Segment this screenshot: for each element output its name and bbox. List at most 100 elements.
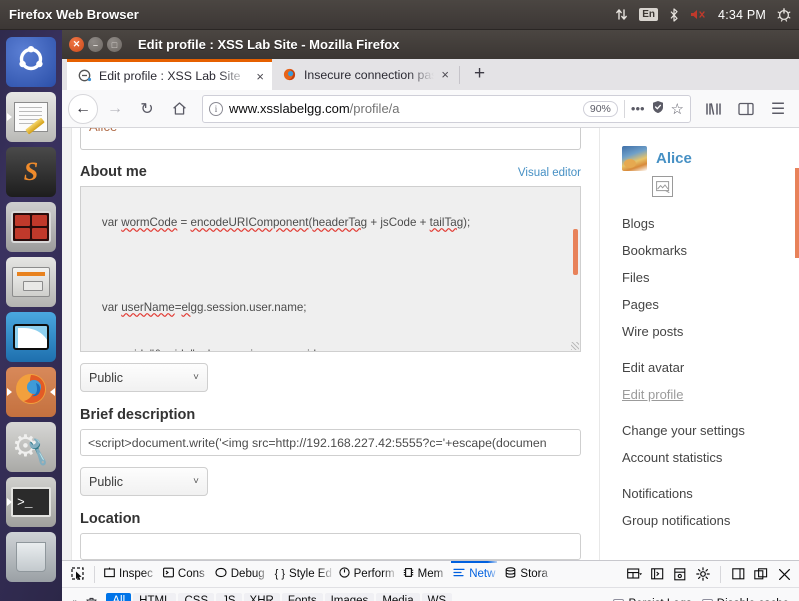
new-tab-button[interactable]: + [462,63,495,87]
back-button[interactable]: ← [68,93,98,124]
avatar[interactable] [622,146,647,171]
location-input[interactable] [80,533,581,560]
active-app-title: Firefox Web Browser [9,7,139,22]
visual-editor-link[interactable]: Visual editor [518,167,581,179]
zoom-level-indicator[interactable]: 90% [582,100,618,117]
url-bar[interactable]: i www.xsslabelgg.com/profile/a 90% ••• ☆ [202,94,691,123]
about-me-textarea[interactable]: var wormCode = encodeURIComponent(header… [80,186,581,352]
filter-media[interactable]: Media [376,593,420,601]
filter-css[interactable]: CSS [178,593,215,601]
launcher-item-ubuntu-dash[interactable] [6,37,56,87]
window-maximize-button[interactable]: □ [107,37,122,52]
sidebar-item-notifications[interactable]: Notifications [622,480,799,507]
tab-inspector[interactable]: Inspec [99,561,158,588]
brief-description-value: <script>document.write('<img src=http://… [88,435,547,450]
launcher-item-remote-desktop[interactable] [6,202,56,252]
textarea-resize-grip[interactable] [571,342,579,350]
screenshot-icon[interactable] [670,564,690,584]
tab-storage[interactable]: Stora [500,561,553,588]
forward-button[interactable]: → [100,94,130,124]
responsive-design-mode-icon[interactable] [624,564,644,584]
display-name-input[interactable]: Alice [80,128,581,150]
dock-side-icon[interactable] [728,564,748,584]
sidebar-item-group-notifications[interactable]: Group notifications [622,507,799,534]
about-me-access-select[interactable]: Public ˅ [80,363,208,392]
reload-button[interactable]: ↻ [132,94,162,124]
sidebar-item-pages[interactable]: Pages [622,291,799,318]
sidebar-item-wire-posts[interactable]: Wire posts [622,318,799,345]
identity-info-icon[interactable]: i [209,101,223,116]
filter-ws[interactable]: WS [421,593,453,601]
element-picker-icon[interactable] [66,563,90,585]
keyboard-layout-indicator[interactable]: En [639,8,659,21]
tab-performance[interactable]: Perform [334,561,398,588]
filter-images[interactable]: Images [324,593,375,601]
launcher-item-sublime-text[interactable]: S [6,147,56,197]
memory-icon [403,567,414,581]
tracking-protection-shield-icon[interactable] [651,100,665,117]
tab-edit-profile[interactable]: Edit profile : XSS Lab Site × [67,59,272,90]
launcher-item-system-tools[interactable]: ⚙ 🔧 [6,422,56,472]
launcher-item-firefox[interactable] [6,367,56,417]
trash-icon [16,542,46,572]
sidebar-item-blogs[interactable]: Blogs [622,210,799,237]
launcher-item-text-editor[interactable] [6,92,56,142]
page-actions-icon[interactable]: ••• [631,101,645,116]
filter-js[interactable]: JS [216,593,242,601]
devtools-tab-label: Mem [417,568,444,580]
sidebar-item-bookmarks[interactable]: Bookmarks [622,237,799,264]
filter-xhr[interactable]: XHR [243,593,280,601]
tab-style-editor[interactable]: { } Style Ed [270,561,334,588]
tab-debugger[interactable]: Debug [210,561,270,588]
sidebar-icon[interactable] [731,94,761,124]
separate-window-icon[interactable] [751,564,771,584]
sidebar-item-files[interactable]: Files [622,264,799,291]
filter-all[interactable]: All [106,593,132,601]
page-scrollbar-thumb[interactable] [795,168,799,258]
sidebar-item-edit-avatar[interactable]: Edit avatar [622,354,799,381]
home-button[interactable] [164,94,194,124]
bluetooth-icon[interactable] [669,7,679,22]
sidebar-item-edit-profile[interactable]: Edit profile [622,381,799,408]
tab-console[interactable]: Cons [158,561,210,588]
network-updown-icon[interactable] [615,8,628,21]
devtools-close-icon[interactable] [774,564,794,584]
about-me-scrollbar-thumb[interactable] [573,229,578,275]
tab-memory[interactable]: Mem [398,561,449,588]
bookmark-star-icon[interactable]: ☆ [671,100,684,118]
launcher-item-trash[interactable] [6,532,56,582]
launcher-item-wireshark[interactable] [6,312,56,362]
tab-network[interactable]: Netw [448,560,500,588]
tab-close-icon[interactable]: × [256,69,264,84]
filter-html[interactable]: HTML [133,593,177,601]
power-gear-icon[interactable] [777,7,791,22]
clock[interactable]: 4:34 PM [718,8,766,22]
inspector-icon [104,567,115,581]
launcher-item-terminal[interactable]: >_ [6,477,56,527]
devtools-tab-label: Netw [469,568,496,580]
sidebar-username[interactable]: Alice [656,150,692,167]
library-icon[interactable] [699,94,729,124]
devtools-tab-label: Perform [353,568,395,580]
clear-requests-icon[interactable] [85,597,98,601]
split-console-icon[interactable] [647,564,667,584]
filter-fonts[interactable]: Fonts [281,593,323,601]
settings-gear-icon[interactable] [693,564,713,584]
volume-muted-icon[interactable] [690,8,707,21]
unity-launcher[interactable]: S ⚙ 🔧 >_ [0,30,62,601]
devtools-separator [94,565,95,583]
brief-description-access-select[interactable]: Public ˅ [80,467,208,496]
hamburger-menu-icon[interactable]: ☰ [763,94,793,124]
brief-description-input[interactable]: <script>document.write('<img src=http://… [80,429,581,456]
network-options: Persist Logs Disable cache [613,593,795,601]
tab-close-icon[interactable]: × [441,67,449,82]
sidebar-item-change-settings[interactable]: Change your settings [622,417,799,444]
launcher-selected-arrow [7,388,12,396]
launcher-item-file-manager[interactable] [6,257,56,307]
sidebar-nav-list: Blogs Bookmarks Files Pages Wire posts E… [622,210,799,534]
sidebar-item-account-statistics[interactable]: Account statistics [622,444,799,471]
window-minimize-button[interactable]: – [88,37,103,52]
tab-insecure-connection[interactable]: Insecure connection pas × [272,59,457,90]
devtools-tab-label: Stora [520,568,548,580]
window-close-button[interactable]: ✕ [69,37,84,52]
